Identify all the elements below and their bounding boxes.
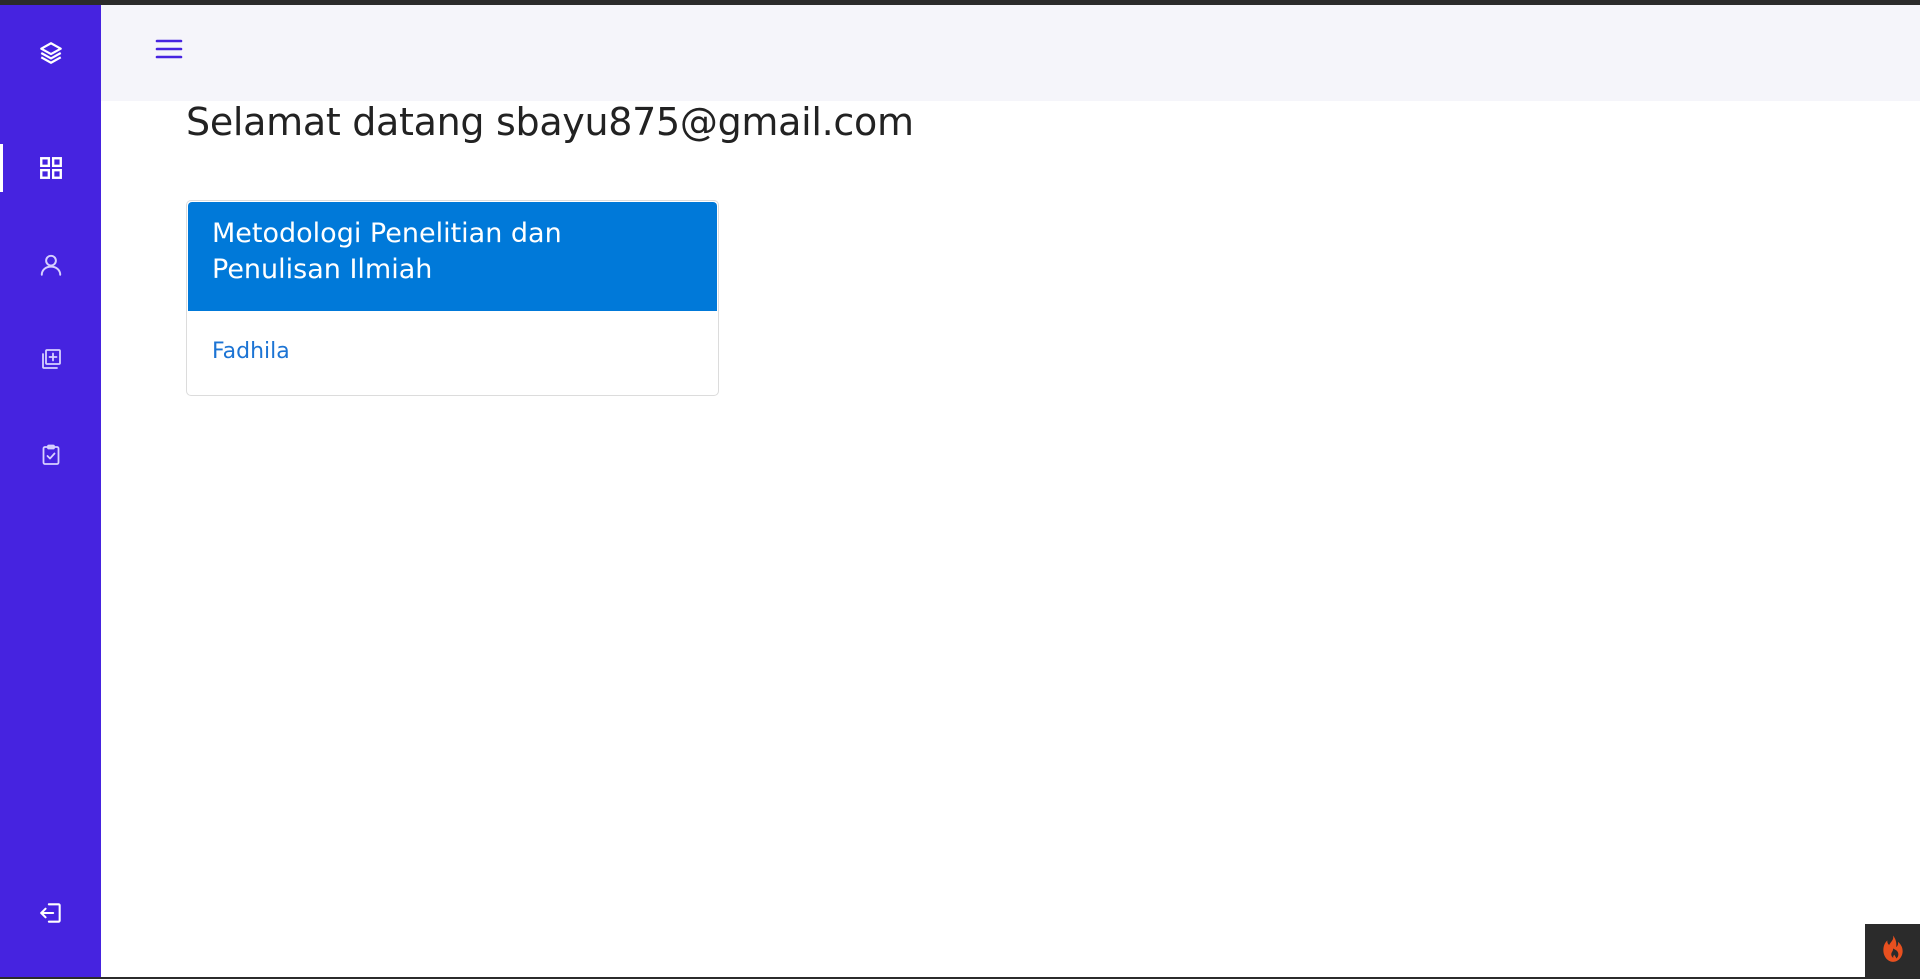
course-card[interactable]: Metodologi Penelitian dan Penulisan Ilmi… (186, 200, 719, 396)
debug-toolbar-badge[interactable] (1865, 924, 1920, 977)
course-title[interactable]: Metodologi Penelitian dan Penulisan Ilmi… (212, 216, 672, 288)
sidebar-item-profile[interactable] (0, 241, 101, 289)
grid-icon (38, 155, 64, 181)
page-title: Selamat datang sbayu875@gmail.com (186, 100, 914, 144)
flame-icon (1880, 934, 1906, 968)
add-copy-icon (39, 347, 63, 371)
sidebar-item-tasks[interactable] (0, 431, 101, 479)
hamburger-menu-icon (155, 37, 183, 65)
active-indicator (0, 144, 3, 192)
layers-icon (38, 40, 64, 66)
course-card-header[interactable]: Metodologi Penelitian dan Penulisan Ilmi… (188, 202, 717, 311)
top-navbar (101, 5, 1920, 101)
sidebar-logo[interactable] (0, 29, 101, 77)
sidebar-item-dashboard[interactable] (0, 144, 101, 192)
logout-button[interactable] (0, 889, 101, 937)
user-icon (38, 252, 64, 278)
sidebar (0, 5, 101, 977)
clipboard-check-icon (39, 443, 63, 467)
course-teacher-link[interactable]: Fadhila (212, 339, 290, 364)
menu-toggle-button[interactable] (153, 35, 185, 67)
sidebar-item-add-course[interactable] (0, 335, 101, 383)
logout-icon (38, 900, 64, 926)
